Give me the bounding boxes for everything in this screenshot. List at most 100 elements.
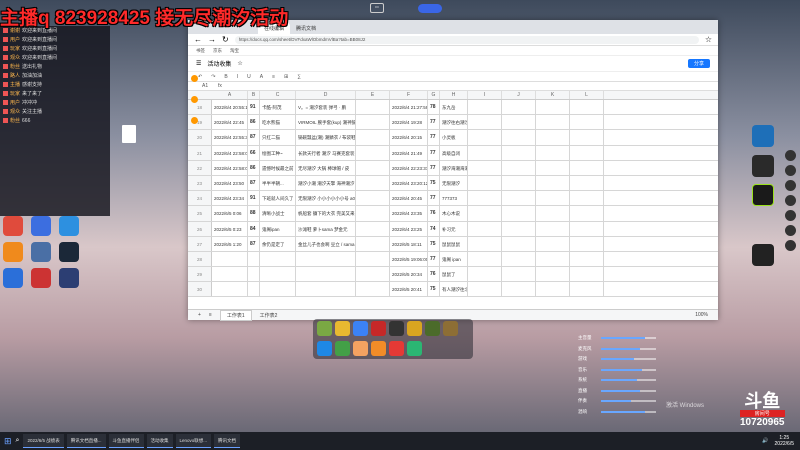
dock-app-icon[interactable] [317, 340, 332, 356]
sheet-cell[interactable] [536, 100, 570, 115]
side-tool-icon[interactable] [191, 96, 198, 103]
sheet-cell[interactable]: 77 [428, 191, 440, 206]
sheet-cell[interactable]: 2022/6/5 18:11 [390, 236, 428, 251]
sheet-cell[interactable] [260, 251, 296, 267]
menu-icon[interactable]: ☰ [196, 60, 201, 67]
sheet-cell[interactable] [502, 130, 536, 145]
row-number[interactable]: 21 [188, 145, 212, 160]
column-header[interactable]: K [536, 91, 570, 99]
sheet-cell[interactable] [468, 236, 502, 251]
sheet-cell[interactable]: 吃水熊猫 [260, 115, 296, 130]
sheet-cell[interactable] [248, 267, 260, 282]
reload-icon[interactable]: ↻ [222, 35, 229, 44]
column-header[interactable]: F [390, 91, 428, 99]
taskbar-app[interactable]: 2022/6/5 战绩表 [23, 434, 64, 448]
sheet-cell[interactable]: 91 [248, 100, 260, 115]
sheet-cell[interactable] [356, 221, 390, 236]
sheet-tab-2[interactable]: 工作表2 [260, 312, 278, 319]
star-icon[interactable]: ☆ [705, 35, 712, 44]
dock-app-icon[interactable] [389, 340, 404, 356]
dock-app-icon[interactable] [353, 340, 368, 356]
sheet-cell[interactable]: 2022/6/4 23:25 [390, 221, 428, 236]
volume-slider[interactable] [601, 379, 656, 382]
sheet-cell[interactable] [570, 115, 604, 130]
desktop-shortcut[interactable] [30, 268, 52, 288]
sheet-cell[interactable] [536, 282, 570, 297]
row-number[interactable]: 27 [188, 236, 212, 251]
sheet-cell[interactable]: 77 [428, 160, 440, 175]
bookmark-1[interactable]: 书签 [196, 48, 205, 54]
sheet-cell[interactable] [356, 175, 390, 191]
sheet-cell[interactable] [502, 206, 536, 221]
volume-slider[interactable] [601, 337, 656, 340]
volume-slider[interactable] [601, 389, 656, 392]
sheet-cell[interactable] [468, 160, 502, 175]
sheet-cell[interactable]: V。= 潮汐套装 弹弓 · 鹏 [296, 100, 356, 115]
sheet-cell[interactable]: 74 [428, 221, 440, 236]
column-header[interactable]: B [248, 91, 260, 99]
column-header[interactable]: A [212, 91, 248, 99]
sheet-cell[interactable] [296, 251, 356, 267]
sheet-cell[interactable]: 无限潮汐 [440, 175, 468, 191]
tool-button[interactable] [784, 180, 796, 191]
row-number[interactable]: 29 [188, 267, 212, 282]
sheet-cell[interactable]: 鬼阁 ipan [440, 251, 468, 267]
bookmark-3[interactable]: 淘宝 [230, 48, 239, 54]
sheet-cell[interactable]: 75 [428, 175, 440, 191]
sheet-cell[interactable] [356, 282, 390, 297]
sheet-cell[interactable]: 卡酷-阿茂 [260, 100, 296, 115]
sheet-cell[interactable] [468, 175, 502, 191]
toolbar-button[interactable]: ↷ [211, 74, 215, 80]
sheet-cell[interactable] [570, 206, 604, 221]
toolbar-button[interactable]: A [260, 74, 263, 80]
sheet-cell[interactable] [468, 267, 502, 282]
row-number[interactable]: 30 [188, 282, 212, 297]
sheet-cell[interactable]: 2022/6/5 0:23 [212, 221, 248, 236]
sheet-tab-1[interactable]: 工作表1 [219, 309, 252, 321]
search-icon[interactable]: ⌕ [16, 437, 20, 445]
sheet-cell[interactable] [356, 160, 390, 175]
desktop-shortcut[interactable] [30, 242, 52, 262]
sheet-cell[interactable]: 88 [248, 206, 260, 221]
sheet-cell[interactable] [468, 251, 502, 267]
app-9-icon[interactable] [59, 268, 79, 288]
sheet-cell[interactable] [536, 115, 570, 130]
sheet-cell[interactable]: VIRMOIL 腕手套(kup) 潮神鼓 [296, 115, 356, 130]
dock-app-icon[interactable] [353, 321, 368, 336]
sheet-cell[interactable] [502, 221, 536, 236]
sheet-cell[interactable] [356, 115, 390, 130]
sheet-cell[interactable]: 75 [428, 236, 440, 251]
sheet-cell[interactable]: 清晰小战士 [260, 206, 296, 221]
sheet-cell[interactable]: 2022/6/4 23:34 [212, 191, 248, 206]
toolbar-button[interactable]: I [237, 74, 238, 80]
row-number[interactable]: 24 [188, 191, 212, 206]
sheet-cell[interactable] [468, 221, 502, 236]
sheet-cell[interactable]: 高级自闭 [440, 145, 468, 160]
sheet-cell[interactable] [570, 251, 604, 267]
app-1-icon[interactable] [3, 216, 23, 236]
app-4-icon[interactable] [3, 242, 23, 262]
sheet-cell[interactable] [248, 282, 260, 297]
dock-app-icon[interactable] [407, 321, 422, 336]
sheet-cell[interactable] [212, 267, 248, 282]
toolbar-button[interactable]: ⊞ [284, 74, 288, 80]
row-number[interactable]: 23 [188, 175, 212, 191]
sheet-cell[interactable]: 2022/6/5 20:34 [390, 267, 428, 282]
sheet-cell[interactable] [356, 100, 390, 115]
sheet-cell[interactable]: 2022/6/4 23:20:12 [390, 175, 428, 191]
desktop-shortcut[interactable] [2, 216, 24, 236]
column-header[interactable]: I [468, 91, 502, 99]
sheet-cell[interactable]: 有人潮汐往北城 [440, 282, 468, 297]
sheet-cell[interactable]: 77 [428, 145, 440, 160]
dock-app-icon[interactable] [371, 321, 386, 336]
sheet-cell[interactable] [570, 236, 604, 251]
app-7-icon[interactable] [3, 268, 23, 288]
sheet-cell[interactable] [356, 130, 390, 145]
sheet-cell[interactable]: 75 [428, 282, 440, 297]
sheet-list-icon[interactable]: ≡ [209, 312, 212, 318]
sheet-cell[interactable]: 76 [428, 267, 440, 282]
dock-app-icon[interactable] [425, 321, 440, 336]
app-2-icon[interactable] [31, 216, 51, 236]
sheet-cell[interactable]: 87 [248, 175, 260, 191]
sheet-cell[interactable]: 2022/6/4 20:55:15 [212, 100, 248, 115]
